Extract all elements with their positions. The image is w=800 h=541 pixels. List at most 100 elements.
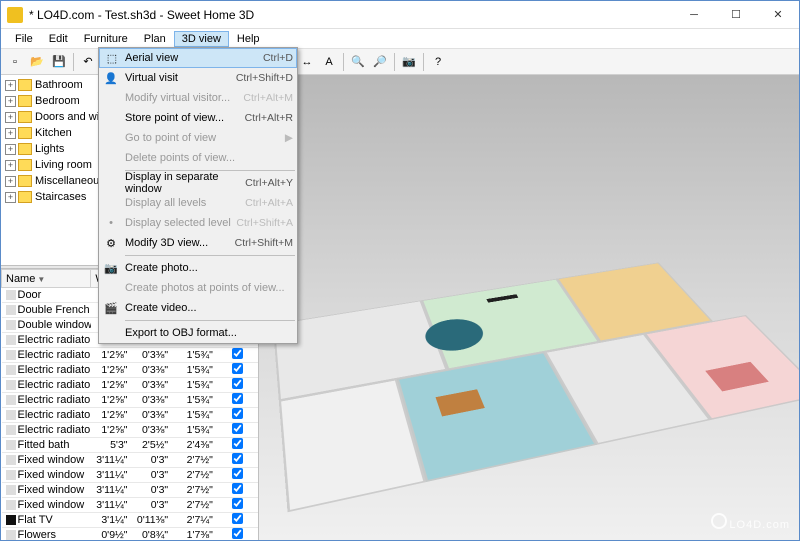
bullet-icon: • xyxy=(103,215,119,231)
col-name[interactable]: Name▼ xyxy=(2,270,91,288)
visible-checkbox[interactable] xyxy=(232,498,243,509)
menu-item-delete-points-of-view: Delete points of view... xyxy=(99,148,297,168)
menu-item-store-point-of-view[interactable]: Store point of view...Ctrl+Alt+R xyxy=(99,108,297,128)
table-row[interactable]: Electric radiator1'2⅝"0'3⅜"1'5¾" xyxy=(2,363,258,378)
zoom-out-button[interactable]: 🔎 xyxy=(370,52,390,72)
text-button[interactable]: A xyxy=(319,52,339,72)
item-icon xyxy=(6,365,16,375)
table-row[interactable]: Fixed window3'11¼"0'3"2'7½" xyxy=(2,468,258,483)
menu-item-go-to-point-of-view: Go to point of view▶ xyxy=(99,128,297,148)
item-name: Door xyxy=(18,289,42,301)
folder-icon xyxy=(18,127,32,139)
visible-checkbox[interactable] xyxy=(232,483,243,494)
menu-item-modify-virtual-visitor: Modify virtual visitor...Ctrl+Alt+M xyxy=(99,88,297,108)
menu-edit[interactable]: Edit xyxy=(41,31,76,47)
table-row[interactable]: Fixed window3'11¼"0'3"2'7½" xyxy=(2,483,258,498)
dim-button[interactable]: ↔ xyxy=(297,52,317,72)
item-name: Flat TV xyxy=(18,514,53,526)
open-button[interactable]: 📂 xyxy=(27,52,47,72)
item-icon xyxy=(6,530,16,540)
expand-icon[interactable]: + xyxy=(5,176,16,187)
menu-item-display-in-separate-window[interactable]: Display in separate windowCtrl+Alt+Y xyxy=(99,173,297,193)
visible-checkbox[interactable] xyxy=(232,513,243,524)
item-icon xyxy=(6,425,16,435)
visible-checkbox[interactable] xyxy=(232,378,243,389)
table-row[interactable]: Fitted bath5'3"2'5½"2'4⅜" xyxy=(2,438,258,453)
visible-checkbox[interactable] xyxy=(232,468,243,479)
3d-viewport[interactable] xyxy=(259,75,799,540)
house-model xyxy=(273,254,799,530)
zoom-in-button[interactable]: 🔍 xyxy=(348,52,368,72)
expand-icon[interactable]: + xyxy=(5,96,16,107)
menu-label: Delete points of view... xyxy=(125,152,235,164)
shortcut: Ctrl+Alt+Y xyxy=(245,177,293,189)
menu-item-aerial-view[interactable]: ⬚Aerial viewCtrl+D xyxy=(99,48,297,68)
menu-label: Export to OBJ format... xyxy=(125,327,237,339)
window-title: * LO4D.com - Test.sh3d - Sweet Home 3D xyxy=(29,8,673,22)
close-button[interactable]: ✕ xyxy=(757,1,799,29)
visible-checkbox[interactable] xyxy=(232,438,243,449)
shortcut: Ctrl+Alt+A xyxy=(245,197,293,209)
save-button[interactable]: 💾 xyxy=(49,52,69,72)
menu-item-display-selected-level: •Display selected levelCtrl+Shift+A xyxy=(99,213,297,233)
visit-icon: 👤 xyxy=(103,70,119,86)
shortcut: Ctrl+Shift+D xyxy=(236,72,293,84)
visible-checkbox[interactable] xyxy=(232,363,243,374)
table-row[interactable]: Electric radiator1'2⅝"0'3⅜"1'5¾" xyxy=(2,378,258,393)
item-icon xyxy=(6,440,16,450)
item-icon xyxy=(6,305,16,315)
folder-icon xyxy=(18,159,32,171)
menu-separator xyxy=(125,255,295,256)
tree-label: Kitchen xyxy=(35,127,72,139)
menubar: FileEditFurniturePlan3D viewHelp xyxy=(1,29,799,49)
modify3d-icon: ⚙ xyxy=(103,235,119,251)
menu-item-export-to-obj-format[interactable]: Export to OBJ format... xyxy=(99,323,297,343)
expand-icon[interactable]: + xyxy=(5,192,16,203)
visible-checkbox[interactable] xyxy=(232,393,243,404)
expand-icon[interactable]: + xyxy=(5,80,16,91)
photo-button[interactable]: 📷 xyxy=(399,52,419,72)
table-row[interactable]: Electric radiator1'2⅝"0'3⅜"1'5¾" xyxy=(2,348,258,363)
menu-3d-view[interactable]: 3D view xyxy=(174,31,229,47)
visible-checkbox[interactable] xyxy=(232,528,243,539)
expand-icon[interactable]: + xyxy=(5,112,16,123)
tree-label: Bedroom xyxy=(35,95,80,107)
item-name: Electric radiator xyxy=(18,364,91,376)
menu-item-create-video[interactable]: 🎬Create video... xyxy=(99,298,297,318)
camera-icon: 📷 xyxy=(103,260,119,276)
menu-item-create-photo[interactable]: 📷Create photo... xyxy=(99,258,297,278)
help-button[interactable]: ? xyxy=(428,52,448,72)
expand-icon[interactable]: + xyxy=(5,160,16,171)
table-row[interactable]: Fixed window3'11¼"0'3"2'7½" xyxy=(2,498,258,513)
shortcut: Ctrl+Shift+A xyxy=(236,217,293,229)
visible-checkbox[interactable] xyxy=(232,348,243,359)
undo-button[interactable]: ↶ xyxy=(78,52,98,72)
menu-item-modify-3d-view[interactable]: ⚙Modify 3D view...Ctrl+Shift+M xyxy=(99,233,297,253)
table-row[interactable]: Electric radiator1'2⅝"0'3⅜"1'5¾" xyxy=(2,408,258,423)
expand-icon[interactable]: + xyxy=(5,144,16,155)
menu-label: Aerial view xyxy=(125,52,178,64)
visible-checkbox[interactable] xyxy=(232,453,243,464)
expand-icon[interactable]: + xyxy=(5,128,16,139)
watermark: LO4D.com xyxy=(711,512,790,533)
menu-file[interactable]: File xyxy=(7,31,41,47)
menu-item-virtual-visit[interactable]: 👤Virtual visitCtrl+Shift+D xyxy=(99,68,297,88)
item-icon xyxy=(6,320,16,330)
maximize-button[interactable]: ☐ xyxy=(715,1,757,29)
item-name: Electric radiator xyxy=(18,349,91,361)
table-row[interactable]: Electric radiator1'2⅝"0'3⅜"1'5¾" xyxy=(2,423,258,438)
visible-checkbox[interactable] xyxy=(232,408,243,419)
visible-checkbox[interactable] xyxy=(232,423,243,434)
table-row[interactable]: Fixed window3'11¼"0'3"2'7½" xyxy=(2,453,258,468)
folder-icon xyxy=(18,79,32,91)
new-button[interactable]: ▫ xyxy=(5,52,25,72)
item-name: Fixed window xyxy=(18,484,85,496)
minimize-button[interactable]: ─ xyxy=(673,1,715,29)
table-row[interactable]: Flat TV3'1¼"0'11⅜"2'7¼" xyxy=(2,513,258,528)
table-row[interactable]: Flowers0'9½"0'8¾"1'7⅜" xyxy=(2,528,258,541)
menu-furniture[interactable]: Furniture xyxy=(76,31,136,47)
menu-plan[interactable]: Plan xyxy=(136,31,174,47)
item-name: Electric radiator xyxy=(18,394,91,406)
menu-help[interactable]: Help xyxy=(229,31,268,47)
table-row[interactable]: Electric radiator1'2⅝"0'3⅜"1'5¾" xyxy=(2,393,258,408)
